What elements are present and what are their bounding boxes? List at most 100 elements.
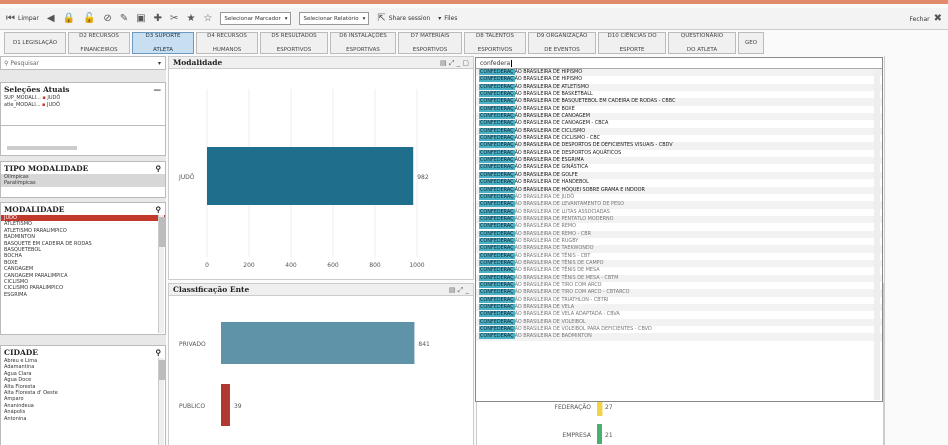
list-item[interactable]: Paralímpicas	[1, 180, 165, 187]
vertical-scrollbar[interactable]	[158, 358, 165, 445]
dropdown-option[interactable]: CONFEDERAÇÃO BRASILEIRA DE TÊNIS DE MESA…	[476, 274, 882, 282]
report-select[interactable]: Selecionar Relatório ▾	[299, 12, 370, 25]
tab-6[interactable]: D6 INSTALAÇÕES ESPORTIVAS	[330, 32, 396, 54]
dropdown-option[interactable]: CONFEDERAÇÃO BRASILEIRA DE VOLEIBOL	[476, 318, 882, 327]
option-text: ÃO BRASILEIRA DE BADMINTON	[514, 333, 592, 340]
close-icon[interactable]: ✖	[934, 14, 942, 24]
option-text: ÃO BRASILEIRA DE GINÁSTICA	[514, 164, 588, 171]
minimize-icon[interactable]: —	[154, 85, 162, 94]
list-item[interactable]: ESGRIMA	[1, 292, 165, 298]
search-input[interactable]: ⚲ Pesquisar ▾	[0, 56, 166, 70]
dropdown-option[interactable]: CONFEDERAÇÃO BRASILEIRA DE BADMINTON	[476, 333, 882, 341]
add-icon[interactable]: ✚	[154, 13, 162, 24]
unlock-icon[interactable]: 🔓	[83, 13, 95, 24]
selection-row[interactable]: atle_MODALI... ▪ JUDÔ	[1, 102, 165, 109]
tab-7[interactable]: D7 MATERIAIS ESPORTIVOS	[398, 32, 462, 54]
x-tick-label: 400	[285, 262, 297, 269]
search-icon[interactable]: ⚲	[156, 348, 162, 357]
edit-icon[interactable]: ✎	[120, 13, 128, 24]
clear-all-icon[interactable]: ⊘	[103, 13, 111, 24]
dropdown-search-input[interactable]: confedera	[476, 58, 882, 69]
lock-icon[interactable]: 🔒	[63, 13, 75, 24]
chart-tools-icon[interactable]: ▤ ⤢ _ ▢	[440, 59, 469, 68]
dropdown-option[interactable]: CONFEDERAÇÃO BRASILEIRA DE HANDEBOL	[476, 179, 882, 186]
search-icon[interactable]: ⚲	[156, 205, 162, 214]
tab-3[interactable]: D3 SUPORTE ATLETA	[132, 32, 194, 54]
option-text: ÃO BRASILEIRA DE VELA	[514, 304, 575, 310]
option-text: ÃO BRASILEIRA DE CANOAGEM	[514, 113, 590, 120]
tab-10[interactable]: D10 CIÊNCIAS DO ESPORTE	[598, 32, 666, 54]
close-button[interactable]: Fechar	[910, 16, 930, 23]
chart-tools-icon[interactable]: ▤ ⤢ _	[449, 286, 469, 295]
option-text: ÃO BRASILEIRA DE TÊNIS DE MESA - CBTM	[514, 274, 619, 281]
dropdown-option[interactable]: CONFEDERAÇÃO BRASILEIRA DE HÓQUEI SOBRE …	[476, 186, 882, 194]
bar	[221, 384, 230, 426]
tab-label: ESPORTIVOS	[276, 46, 312, 53]
tab-9[interactable]: D9 ORGANIZAÇÃO DE EVENTOS	[528, 32, 596, 54]
tab-label: ESPORTE	[619, 46, 645, 53]
dropdown-option[interactable]: CONFEDERAÇÃO BRASILEIRA DE VELA ADAPTADA…	[476, 311, 882, 318]
selection-row[interactable]: SUP_MODALI... ▪ JUDÔ	[1, 95, 165, 102]
share-session-button[interactable]: ⇱ Share session	[377, 13, 430, 24]
bookmark-add-icon[interactable]: ★	[186, 13, 195, 24]
option-text: ÃO BRASILEIRA DE TAEKWONDO	[514, 245, 594, 252]
tab-11[interactable]: QUESTIONÁRIO DO ATLETA	[668, 32, 736, 54]
dropdown-option[interactable]: CONFEDERAÇÃO BRASILEIRA DE TÊNIS DE MESA	[476, 267, 882, 274]
first-icon: ⏮	[6, 12, 15, 24]
data-label: 27	[605, 404, 613, 411]
dropdown-option[interactable]: CONFEDERAÇÃO BRASILEIRA DE BOXE	[476, 105, 882, 113]
dropdown-option[interactable]: CONFEDERAÇÃO BRASILEIRA DE TRIATHLON - C…	[476, 296, 882, 304]
option-text: ÃO BRASILEIRA DE VELA ADAPTADA - CBVA	[514, 311, 620, 318]
dropdown-option[interactable]: CONFEDERAÇÃO BRASILEIRA DE TAEKWONDO	[476, 245, 882, 253]
layout-icon[interactable]: ▣	[136, 13, 145, 24]
bookmark-icon[interactable]: ☆	[203, 13, 212, 24]
search-dropdown[interactable]: confedera CONFEDERAÇÃO BRASILEIRA DE HIP…	[475, 57, 883, 402]
tab-8[interactable]: D8 TALENTOS ESPORTIVOS	[464, 32, 526, 54]
match-highlight: CONFEDERAÇ	[479, 127, 515, 134]
option-text: ÃO BRASILEIRA DE PENTATLO MODERNO	[514, 215, 614, 222]
tab-label: QUESTIONÁRIO	[680, 32, 724, 39]
bookmark-select[interactable]: Selecionar Marcador ▾	[220, 12, 292, 25]
dropdown-option[interactable]: CONFEDERAÇÃO BRASILEIRA DE HIPISMO	[476, 76, 882, 83]
search-icon[interactable]: ⚲	[156, 164, 162, 173]
current-selections-title: Seleções Atuais	[4, 84, 70, 94]
tab-label: DO ATLETA	[686, 46, 718, 53]
chevron-down-icon: ▾	[362, 15, 366, 22]
match-highlight: CONFEDERAÇ	[479, 157, 515, 164]
tools-icon[interactable]: ✂	[170, 13, 178, 24]
dropdown-option[interactable]: CONFEDERAÇÃO BRASILEIRA DE REMO	[476, 223, 882, 230]
tab-label: HUMANOS	[212, 46, 242, 53]
option-text: ÃO BRASILEIRA DE HÓQUEI SOBRE GRAMA E IN…	[514, 186, 645, 193]
dropdown-option[interactable]: CONFEDERAÇÃO BRASILEIRA DE ATLETISMO	[476, 83, 882, 92]
dropdown-option[interactable]: CONFEDERAÇÃO BRASILEIRA DE LUTAS ASSOCIA…	[476, 208, 882, 216]
vertical-scrollbar[interactable]	[158, 215, 165, 333]
back-icon[interactable]: ◀	[47, 13, 55, 24]
dropdown-option[interactable]: CONFEDERAÇÃO BRASILEIRA DE LEVANTAMENTO …	[476, 201, 882, 209]
dropdown-option[interactable]: CONFEDERAÇÃO BRASILEIRA DE CICLISMO	[476, 127, 882, 136]
data-label: 39	[234, 403, 242, 410]
bar	[207, 147, 414, 205]
search-icon: ⚲	[4, 59, 9, 67]
files-button[interactable]: ▾ Files	[438, 15, 457, 22]
clear-button[interactable]: ⏮ Limpar	[6, 12, 39, 24]
dropdown-option[interactable]: CONFEDERAÇÃO BRASILEIRA DE CANOAGEM - CB…	[476, 120, 882, 127]
horizontal-scrollbar[interactable]	[7, 146, 77, 150]
dropdown-option[interactable]: CONFEDERAÇÃO BRASILEIRA DE TIRO COM ARCO…	[476, 289, 882, 297]
dropdown-option[interactable]: CONFEDERAÇÃO BRASILEIRA DE DESPORTOS DE …	[476, 142, 882, 150]
tab-2[interactable]: D2 RECURSOS FINANCEIROS	[68, 32, 130, 54]
tab-12[interactable]: GEO	[738, 32, 764, 54]
tab-label: D1 LEGISLAÇÃO	[12, 39, 58, 46]
dropdown-scrollbar[interactable]	[874, 70, 880, 400]
toolbar: ⏮ Limpar ◀ 🔒 🔓 ⊘ ✎ ▣ ✚ ✂ ★ ☆ Selecionar M…	[0, 8, 948, 30]
dropdown-option[interactable]: CONFEDERAÇÃO BRASILEIRA DE REMO - CBR	[476, 230, 882, 238]
dropdown-option[interactable]: CONFEDERAÇÃO BRASILEIRA DE BASQUETEBOL E…	[476, 98, 882, 106]
dropdown-option[interactable]: CONFEDERAÇÃO BRASILEIRA DE GINÁSTICA	[476, 164, 882, 171]
tab-5[interactable]: D5 RESULTADOS ESPORTIVOS	[260, 32, 328, 54]
list-item[interactable]: Antonina	[1, 416, 165, 422]
modalidade-chart: Modalidade ▤ ⤢ _ ▢ 0 200 400 600 800 1000 JUDÔ…	[168, 56, 474, 280]
dropdown-option[interactable]: CONFEDERAÇÃO BRASILEIRA DE TÊNIS - CBT	[476, 252, 882, 260]
option-text: ÃO BRASILEIRA DE RUGBY	[514, 237, 579, 244]
tab-4[interactable]: D4 RECURSOS HUMANOS	[196, 32, 258, 54]
tab-1[interactable]: D1 LEGISLAÇÃO	[4, 32, 66, 54]
modalidade-title: MODALIDADE	[4, 204, 65, 214]
